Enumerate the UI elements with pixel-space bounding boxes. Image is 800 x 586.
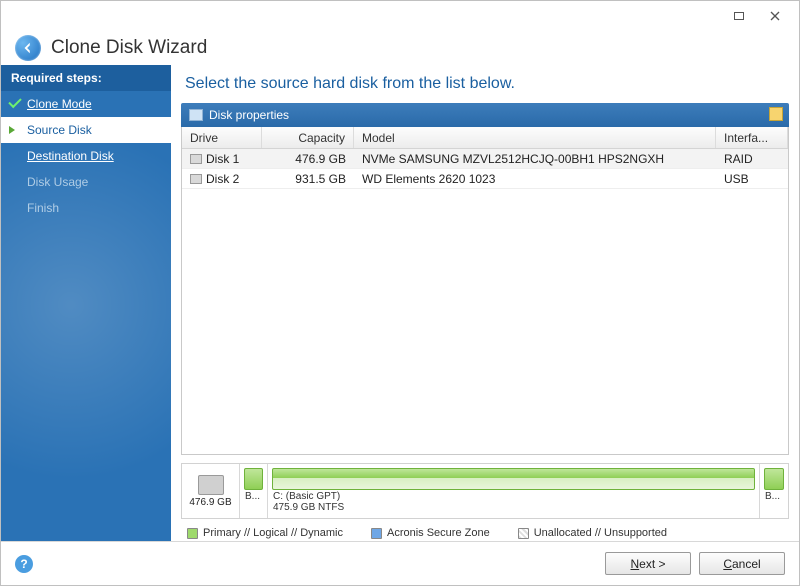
sidebar-item-clone-mode[interactable]: Clone Mode (1, 91, 171, 117)
legend-secure-zone: Acronis Secure Zone (371, 527, 490, 539)
sidebar-item-label: Destination Disk (27, 149, 114, 163)
wizard-title: Clone Disk Wizard (51, 37, 207, 59)
legend: Primary // Logical // Dynamic Acronis Se… (181, 519, 789, 541)
folder-icon[interactable] (769, 107, 783, 121)
maximize-button[interactable] (721, 5, 757, 27)
close-button[interactable] (757, 5, 793, 27)
cell-capacity: 931.5 GB (262, 172, 354, 186)
cell-drive: Disk 2 (182, 172, 262, 186)
sidebar: Required steps: Clone Mode Source Disk D… (1, 65, 171, 541)
footer: ? Next > Cancel (1, 541, 799, 585)
cell-capacity: 476.9 GB (262, 152, 354, 166)
partition-segment[interactable]: B... (240, 464, 268, 518)
main-panel: Select the source hard disk from the lis… (171, 65, 799, 541)
disk-properties-icon (189, 109, 203, 121)
legend-unallocated: Unallocated // Unsupported (518, 527, 667, 539)
cancel-button[interactable]: Cancel (699, 552, 785, 575)
partition-label: B... (760, 491, 788, 505)
cell-interface: RAID (716, 152, 788, 166)
partition-disk-summary: 476.9 GB (182, 464, 240, 518)
disk-icon (190, 154, 202, 164)
disk-icon (198, 475, 224, 495)
sidebar-item-label: Clone Mode (27, 97, 92, 111)
cell-model: NVMe SAMSUNG MZVL2512HCJQ-00BH1 HPS2NGXH (354, 152, 716, 166)
swatch-hatch-icon (518, 528, 529, 539)
sidebar-item-label: Source Disk (27, 123, 92, 137)
next-button[interactable]: Next > (605, 552, 691, 575)
col-capacity[interactable]: Capacity (262, 127, 354, 148)
partition-segment[interactable]: C: (Basic GPT) 475.9 GB NTFS (268, 464, 760, 518)
sidebar-heading: Required steps: (1, 65, 171, 91)
col-interface[interactable]: Interfa... (716, 127, 788, 148)
disk-properties-header: Disk properties (181, 103, 789, 127)
disk-size-label: 476.9 GB (189, 497, 231, 508)
sidebar-item-disk-usage: Disk Usage (1, 169, 171, 195)
disk-table: Drive Capacity Model Interfa... Disk 1 4… (181, 127, 789, 455)
swatch-blue-icon (371, 528, 382, 539)
footer-buttons: Next > Cancel (605, 552, 785, 575)
sidebar-item-finish: Finish (1, 195, 171, 221)
back-button[interactable] (15, 35, 41, 61)
partition-bar (244, 468, 263, 490)
sidebar-item-label: Disk Usage (27, 175, 88, 189)
partition-bar (272, 468, 755, 490)
titlebar (1, 1, 799, 31)
col-model[interactable]: Model (354, 127, 716, 148)
wizard-body: Required steps: Clone Mode Source Disk D… (1, 65, 799, 541)
partition-segment[interactable]: B... (760, 464, 788, 518)
cell-interface: USB (716, 172, 788, 186)
partition-label: C: (Basic GPT) 475.9 GB NTFS (268, 491, 759, 516)
sidebar-item-destination-disk[interactable]: Destination Disk (1, 143, 171, 169)
cell-model: WD Elements 2620 1023 (354, 172, 716, 186)
wizard-header: Clone Disk Wizard (1, 31, 799, 65)
sidebar-item-label: Finish (27, 201, 59, 215)
table-row[interactable]: Disk 2 931.5 GB WD Elements 2620 1023 US… (182, 169, 788, 189)
partition-bar (764, 468, 784, 490)
legend-primary: Primary // Logical // Dynamic (187, 527, 343, 539)
disk-properties-label: Disk properties (209, 108, 289, 122)
partition-label: B... (240, 491, 267, 505)
col-drive[interactable]: Drive (182, 127, 262, 148)
disk-icon (190, 174, 202, 184)
partition-view: 476.9 GB B... C: (Basic GPT) 475.9 GB NT… (181, 463, 789, 519)
help-button[interactable]: ? (15, 555, 33, 573)
table-header-row: Drive Capacity Model Interfa... (182, 127, 788, 149)
cell-drive: Disk 1 (182, 152, 262, 166)
table-row[interactable]: Disk 1 476.9 GB NVMe SAMSUNG MZVL2512HCJ… (182, 149, 788, 169)
swatch-green-icon (187, 528, 198, 539)
sidebar-item-source-disk[interactable]: Source Disk (1, 117, 171, 143)
page-title: Select the source hard disk from the lis… (185, 75, 789, 93)
wizard-window: Clone Disk Wizard Required steps: Clone … (0, 0, 800, 586)
